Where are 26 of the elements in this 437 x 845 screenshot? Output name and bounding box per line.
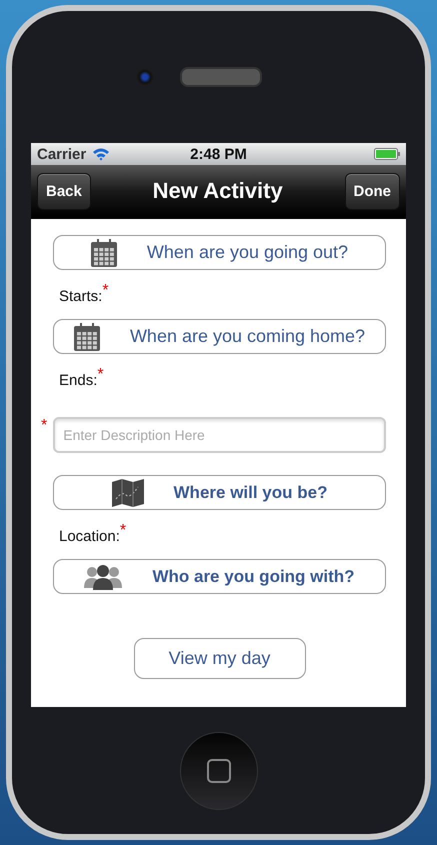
calendar-icon <box>74 322 100 350</box>
done-button[interactable]: Done <box>344 172 400 210</box>
required-mark: * <box>102 282 109 299</box>
description-field[interactable]: Enter Description Here <box>53 417 386 453</box>
camera-icon <box>136 68 154 86</box>
field-label: Starts: <box>59 288 102 305</box>
status-time: 2:48 PM <box>190 146 247 162</box>
picker-button[interactable]: Where will you be? <box>53 475 386 510</box>
screen-title: New Activity <box>152 178 283 204</box>
picker-button[interactable]: Who are you going with? <box>53 559 386 594</box>
battery-icon <box>374 148 400 160</box>
people-icon <box>84 564 122 590</box>
calendar-icon <box>90 238 117 266</box>
required-mark: * <box>97 366 104 383</box>
carrier-name: Carrier <box>37 146 86 162</box>
required-mark: * <box>120 522 126 539</box>
wifi-icon <box>92 147 110 161</box>
field-label: Location: <box>59 528 120 545</box>
picker-button[interactable]: When are you coming home? <box>53 319 386 354</box>
field-label: Ends: <box>59 372 98 389</box>
picker-button[interactable]: When are you going out? <box>53 235 386 270</box>
required-mark: * <box>41 417 48 435</box>
back-button[interactable]: Back <box>37 172 91 210</box>
home-square-icon <box>206 758 230 782</box>
view-day-button[interactable]: View my day <box>134 638 306 679</box>
map-icon <box>112 478 144 506</box>
